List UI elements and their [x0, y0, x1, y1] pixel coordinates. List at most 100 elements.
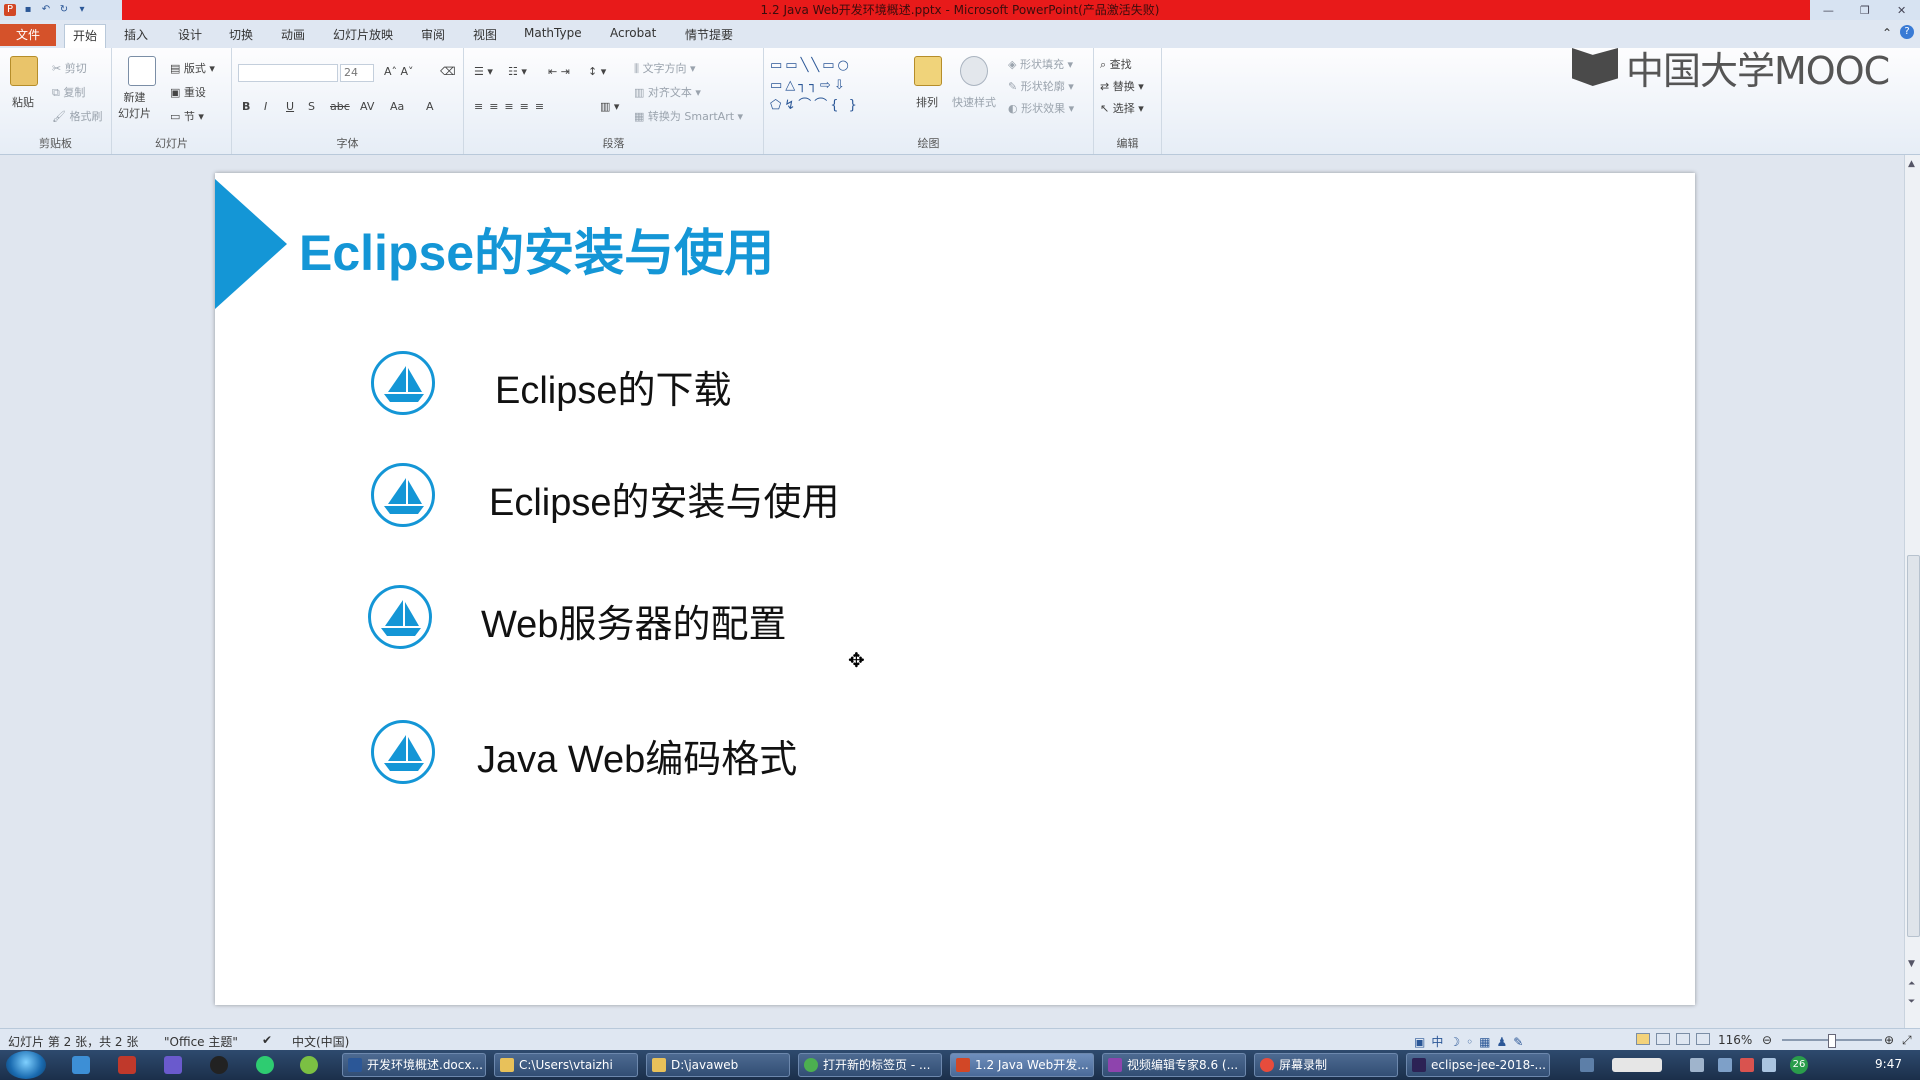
tab-review[interactable]: 审阅: [421, 26, 445, 43]
input-method-indicator[interactable]: [1612, 1058, 1662, 1072]
previous-slide-icon[interactable]: ⏶: [1908, 979, 1915, 989]
tab-design[interactable]: 设计: [178, 26, 202, 43]
show-desktop-icon[interactable]: [72, 1056, 90, 1074]
columns-icon[interactable]: ▥ ▾: [600, 100, 619, 113]
find-button[interactable]: ⌕ 查找: [1100, 56, 1132, 72]
qq-icon[interactable]: [210, 1056, 228, 1074]
underline-button[interactable]: U: [286, 100, 294, 113]
shapes-gallery[interactable]: ▭▭╲╲▭○ ▭△┐┐⇨⇩ ⬠↯⌒⌒{ }: [770, 56, 902, 118]
browser-icon[interactable]: [256, 1056, 274, 1074]
theme-name[interactable]: "Office 主题": [164, 1033, 238, 1050]
tab-slideshow[interactable]: 幻灯片放映: [333, 26, 393, 43]
tab-file[interactable]: 文件: [0, 24, 56, 46]
taskbar-item-powerpoint[interactable]: 1.2 Java Web开发...: [950, 1053, 1094, 1077]
help-icon[interactable]: ?: [1900, 25, 1914, 39]
normal-view-icon[interactable]: [1636, 1033, 1650, 1045]
collapse-ribbon-icon[interactable]: ⌃: [1882, 26, 1892, 40]
font-size-combo[interactable]: 24: [340, 64, 374, 82]
bold-button[interactable]: B: [242, 100, 250, 113]
taskbar-item-word[interactable]: 开发环境概述.docx...: [342, 1053, 486, 1077]
slide-title[interactable]: Eclipse的安装与使用: [299, 213, 774, 285]
acrobat-icon[interactable]: [118, 1056, 136, 1074]
slide-sorter-icon[interactable]: [1656, 1033, 1670, 1045]
shape-effects-button[interactable]: ◐ 形状效果 ▾: [1008, 100, 1074, 116]
alignment-buttons[interactable]: ≡≡≡≡≡: [474, 100, 550, 113]
new-slide-button[interactable]: 新建 幻灯片: [118, 90, 151, 122]
quick-styles-button[interactable]: 快速样式: [952, 94, 996, 110]
tab-animations[interactable]: 动画: [281, 26, 305, 43]
select-button[interactable]: ↖ 选择 ▾: [1100, 100, 1144, 116]
taskbar-item-video-editor[interactable]: 视频编辑专家8.6 (...: [1102, 1053, 1246, 1077]
shape-outline-button[interactable]: ✎ 形状轮廓 ▾: [1008, 78, 1074, 94]
format-painter-button[interactable]: 🖌 格式刷: [52, 108, 102, 124]
clear-format-icon[interactable]: ⌫: [440, 65, 456, 78]
close-button[interactable]: ✕: [1890, 4, 1914, 17]
start-button[interactable]: [6, 1051, 46, 1079]
zoom-slider[interactable]: [1782, 1034, 1882, 1048]
tab-view[interactable]: 视图: [473, 26, 497, 43]
shape-fill-button[interactable]: ◈ 形状填充 ▾: [1008, 56, 1073, 72]
italic-button[interactable]: I: [264, 100, 267, 113]
font-name-combo[interactable]: [238, 64, 338, 82]
slide-canvas[interactable]: Eclipse的安装与使用 Eclipse的下载 Eclipse的安装与使用 W…: [215, 173, 1695, 1005]
zoom-out-icon[interactable]: ⊖: [1762, 1033, 1772, 1047]
smartart-button[interactable]: ▦ 转换为 SmartArt ▾: [634, 108, 743, 124]
taskbar-item-chrome[interactable]: 打开新的标签页 - ...: [798, 1053, 942, 1077]
align-text-button[interactable]: ▥ 对齐文本 ▾: [634, 84, 701, 100]
char-spacing-button[interactable]: AV: [360, 100, 374, 113]
system-clock[interactable]: 9:47: [1875, 1057, 1902, 1071]
copy-button[interactable]: ⧉ 复制: [52, 84, 85, 100]
tab-mathtype[interactable]: MathType: [524, 26, 582, 40]
taskbar-item-explorer-users[interactable]: C:\Users\vtaizhi: [494, 1053, 638, 1077]
next-slide-icon[interactable]: ⏷: [1908, 997, 1915, 1007]
quick-styles-icon[interactable]: [960, 56, 988, 86]
scroll-up-icon[interactable]: ▲: [1908, 159, 1915, 169]
tab-acrobat[interactable]: Acrobat: [610, 26, 656, 40]
font-color-button[interactable]: A: [426, 100, 434, 113]
paste-icon[interactable]: [10, 56, 38, 86]
reset-button[interactable]: ▣ 重设: [170, 84, 206, 100]
section-button[interactable]: ▭ 节 ▾: [170, 108, 204, 124]
strikethrough-button[interactable]: abc: [330, 100, 350, 113]
vertical-scrollbar[interactable]: ▲ ▼ ⏶ ⏷: [1904, 155, 1920, 1028]
minimize-button[interactable]: —: [1816, 4, 1840, 17]
zoom-slider-knob[interactable]: [1828, 1034, 1836, 1048]
network-icon[interactable]: [1718, 1058, 1732, 1072]
notification-badge[interactable]: 26: [1790, 1056, 1808, 1074]
paste-button[interactable]: 粘贴: [12, 94, 34, 110]
tab-transitions[interactable]: 切换: [229, 26, 253, 43]
maximize-button[interactable]: ❐: [1853, 4, 1877, 17]
text-direction-button[interactable]: ⫼ 文字方向 ▾: [634, 60, 696, 76]
taskbar-item-eclipse[interactable]: eclipse-jee-2018-...: [1406, 1053, 1550, 1077]
scrollbar-thumb[interactable]: [1907, 555, 1920, 937]
line-spacing-icon[interactable]: ↕ ▾: [588, 65, 606, 78]
shadow-button[interactable]: S: [308, 100, 315, 113]
reading-view-icon[interactable]: [1676, 1033, 1690, 1045]
tab-home[interactable]: 开始: [64, 24, 106, 48]
ime-toolbar[interactable]: ▣中☽◦▦♟✎: [1414, 1033, 1529, 1050]
zoom-in-icon[interactable]: ⊕: [1884, 1033, 1894, 1047]
spellcheck-icon[interactable]: ✔: [262, 1033, 272, 1047]
tab-insert[interactable]: 插入: [124, 26, 148, 43]
grow-font-icon[interactable]: A˄ A˅: [384, 65, 414, 78]
scroll-down-icon[interactable]: ▼: [1908, 959, 1915, 969]
tray-expand-icon[interactable]: [1690, 1058, 1704, 1072]
volume-icon[interactable]: [1762, 1058, 1776, 1072]
fit-to-window-icon[interactable]: ⤢: [1902, 1033, 1912, 1048]
language-indicator[interactable]: 中文(中国): [292, 1033, 349, 1050]
layout-button[interactable]: ▤ 版式 ▾: [170, 60, 215, 76]
tab-storyboarding[interactable]: 情节提要: [685, 26, 733, 43]
security-icon[interactable]: [1740, 1058, 1754, 1072]
cut-button[interactable]: ✂ 剪切: [52, 60, 87, 76]
app-launcher-icon[interactable]: [164, 1056, 182, 1074]
taskbar-item-screen-recorder[interactable]: 屏幕录制: [1254, 1053, 1398, 1077]
wechat-icon[interactable]: [300, 1056, 318, 1074]
replace-button[interactable]: ⇄ 替换 ▾: [1100, 78, 1144, 94]
change-case-button[interactable]: Aa: [390, 100, 404, 113]
arrange-button[interactable]: 排列: [916, 94, 938, 110]
slideshow-view-icon[interactable]: [1696, 1033, 1710, 1045]
new-slide-icon[interactable]: [128, 56, 156, 86]
taskbar-item-explorer-javaweb[interactable]: D:\javaweb: [646, 1053, 790, 1077]
arrange-icon[interactable]: [914, 56, 942, 86]
numbering-icon[interactable]: ☷ ▾: [508, 65, 527, 78]
